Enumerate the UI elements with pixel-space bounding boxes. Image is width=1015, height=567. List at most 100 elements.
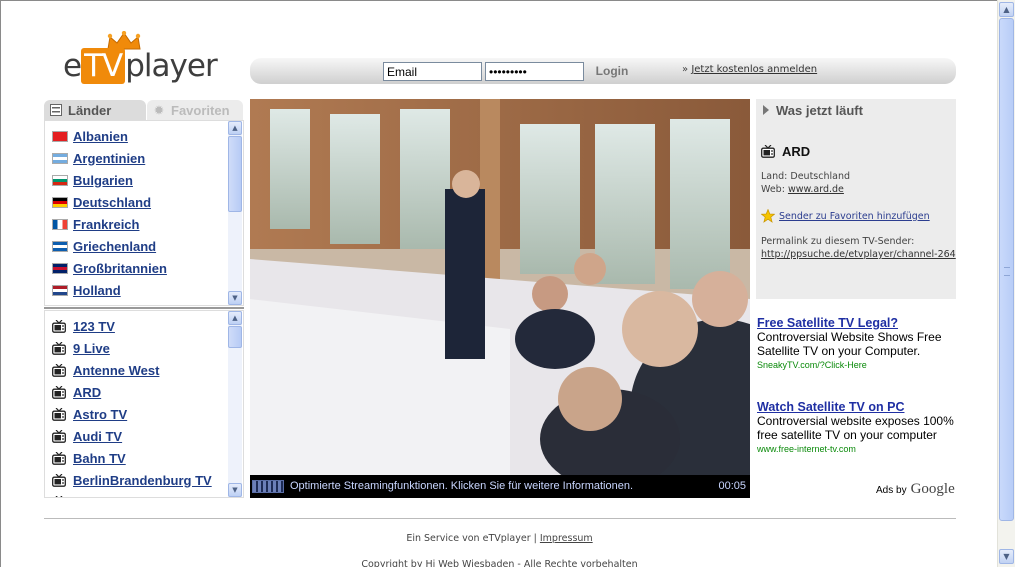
- footer-divider: [44, 518, 956, 519]
- country-link[interactable]: Großbritannien: [73, 261, 167, 276]
- ad-headline[interactable]: Free Satellite TV Legal?: [757, 316, 957, 330]
- country-item[interactable]: Großbritannien: [45, 257, 227, 279]
- page-scrollbar[interactable]: ▲ ▼: [997, 0, 1015, 567]
- email-field[interactable]: [383, 62, 482, 81]
- country-item[interactable]: Deutschland: [45, 191, 227, 213]
- scrollbar-thumb[interactable]: [228, 136, 242, 212]
- tab-countries[interactable]: Länder: [44, 100, 146, 120]
- channel-link[interactable]: ARD: [73, 385, 101, 400]
- google-logo: Google: [910, 481, 955, 497]
- footer-copyright: Copyright by Hi Web Wiesbaden - Alle Rec…: [361, 559, 638, 567]
- country-link[interactable]: Griechenland: [73, 239, 156, 254]
- star-icon: [761, 209, 775, 223]
- add-favorite-row[interactable]: Sender zu Favoriten hinzufügen: [761, 209, 930, 223]
- ad-url[interactable]: SneakyTV.com/?Click-Here: [757, 360, 957, 370]
- channel-list-scrollbar[interactable]: ▲ ▼: [228, 311, 242, 497]
- country-link[interactable]: Frankreich: [73, 217, 139, 232]
- page-scrollbar-thumb[interactable]: [999, 18, 1014, 521]
- channel-link[interactable]: Audi TV: [73, 429, 122, 444]
- channel-item[interactable]: BAF TV: [45, 491, 227, 498]
- country-item[interactable]: Bulgarien: [45, 169, 227, 191]
- flag-netherlands-icon: [52, 284, 68, 296]
- tv-icon: [761, 145, 775, 158]
- scroll-up-icon[interactable]: ▲: [228, 121, 242, 135]
- scroll-down-icon[interactable]: ▼: [228, 291, 242, 305]
- country-link[interactable]: Holland: [73, 283, 121, 298]
- country-list: Albanien Argentinien Bulgarien Deutschland F…: [45, 125, 227, 306]
- country-link[interactable]: Albanien: [73, 129, 128, 144]
- channel-link[interactable]: 9 Live: [73, 341, 110, 356]
- channel-country: Land: Deutschland: [761, 171, 850, 182]
- channel-item[interactable]: Astro TV: [45, 403, 227, 425]
- password-field[interactable]: [485, 62, 584, 81]
- tv-icon: [52, 385, 66, 399]
- country-item[interactable]: Frankreich: [45, 213, 227, 235]
- channel-link[interactable]: BAF TV: [73, 495, 120, 498]
- country-item[interactable]: Argentinien: [45, 147, 227, 169]
- channel-item[interactable]: BerlinBrandenburg TV: [45, 469, 227, 491]
- tv-icon: [52, 451, 66, 465]
- country-item[interactable]: Holland: [45, 279, 227, 301]
- signup-link-wrap: » Jetzt kostenlos anmelden: [682, 64, 817, 75]
- tab-favorites[interactable]: ✹ Favoriten: [147, 100, 243, 120]
- channel-list-panel: 123 TV 9 Live Antenne West ARD Astro TV Audi …: [44, 310, 244, 498]
- permalink-label: Permalink zu diesem TV-Sender:: [761, 236, 915, 247]
- list-divider: [44, 307, 244, 309]
- ad-block-1[interactable]: Free Satellite TV Legal? Controversial W…: [757, 316, 957, 370]
- country-list-scrollbar[interactable]: ▲ ▼: [228, 121, 242, 305]
- tv-icon: [52, 429, 66, 443]
- country-item[interactable]: Griechenland: [45, 235, 227, 257]
- channel-item[interactable]: Antenne West: [45, 359, 227, 381]
- ads-by-google[interactable]: Ads by Google: [876, 481, 955, 498]
- video-status-bar[interactable]: Optimierte Streamingfunktionen. Klicken …: [250, 475, 750, 498]
- tv-icon: [52, 341, 66, 355]
- channel-item[interactable]: Bahn TV: [45, 447, 227, 469]
- ads-by-label: Ads by: [876, 485, 907, 496]
- channel-item[interactable]: 9 Live: [45, 337, 227, 359]
- add-to-favorites-link[interactable]: Sender zu Favoriten hinzufügen: [779, 211, 930, 222]
- country-item[interactable]: Italien: [45, 301, 227, 306]
- ad-headline[interactable]: Watch Satellite TV on PC: [757, 400, 957, 414]
- country-list-panel: Albanien Argentinien Bulgarien Deutschland F…: [44, 120, 244, 306]
- flag-germany-icon: [52, 196, 68, 208]
- channel-link[interactable]: Astro TV: [73, 407, 127, 422]
- channel-item[interactable]: 123 TV: [45, 315, 227, 337]
- tv-icon: [55, 495, 63, 497]
- scroll-up-icon[interactable]: ▲: [228, 311, 242, 325]
- channel-item[interactable]: ARD: [45, 381, 227, 403]
- channel-link[interactable]: Bahn TV: [73, 451, 126, 466]
- web-label: Web:: [761, 184, 785, 195]
- signup-link[interactable]: Jetzt kostenlos anmelden: [691, 64, 817, 75]
- current-channel-name: ARD: [782, 144, 811, 159]
- impressum-link[interactable]: Impressum: [540, 533, 593, 544]
- flag-argentina-icon: [52, 152, 68, 164]
- channel-link[interactable]: Antenne West: [73, 363, 159, 378]
- scroll-down-icon[interactable]: ▼: [228, 483, 242, 497]
- tv-icon: [52, 407, 66, 421]
- channel-link[interactable]: BerlinBrandenburg TV: [73, 473, 212, 488]
- flag-greece-icon: [52, 240, 68, 252]
- country-link[interactable]: Deutschland: [73, 195, 151, 210]
- country-link[interactable]: Bulgarien: [73, 173, 133, 188]
- video-player[interactable]: [250, 99, 750, 475]
- scroll-down-icon[interactable]: ▼: [999, 549, 1014, 564]
- etvplayer-logo[interactable]: eTVplayer: [63, 48, 218, 84]
- scrollbar-thumb[interactable]: [228, 326, 242, 348]
- channel-item[interactable]: Audi TV: [45, 425, 227, 447]
- channel-link[interactable]: 123 TV: [73, 319, 115, 334]
- channel-web-link[interactable]: www.ard.de: [788, 184, 844, 195]
- ad-url[interactable]: www.free-internet-tv.com: [757, 444, 957, 454]
- ad-block-2[interactable]: Watch Satellite TV on PC Controversial w…: [757, 400, 957, 454]
- playback-time: 00:05: [718, 480, 746, 492]
- streaming-info-message[interactable]: Optimierte Streamingfunktionen. Klicken …: [290, 480, 633, 492]
- tv-icon: [52, 473, 66, 487]
- scroll-up-icon[interactable]: ▲: [999, 2, 1014, 17]
- tv-icon: [52, 363, 66, 377]
- country-link[interactable]: Italien: [73, 305, 111, 306]
- permalink-link[interactable]: http://ppsuche.de/etvplayer/channel-264: [761, 249, 956, 260]
- country-item[interactable]: Albanien: [45, 125, 227, 147]
- login-button[interactable]: Login: [589, 62, 635, 81]
- country-link[interactable]: Argentinien: [73, 151, 145, 166]
- flag-uk-icon: [52, 262, 68, 274]
- tab-favorites-label: Favoriten: [171, 102, 230, 118]
